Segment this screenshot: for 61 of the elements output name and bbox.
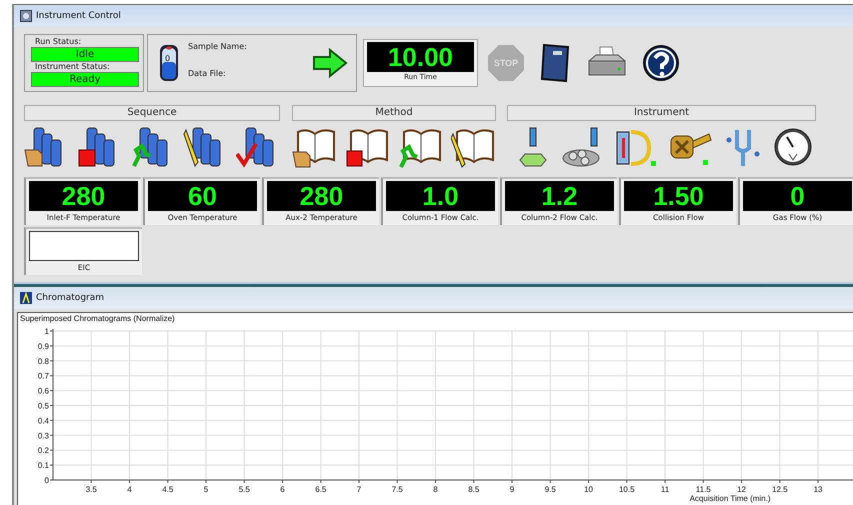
open-sequence-icon[interactable]: [24, 126, 64, 168]
instrument-status-value: Ready: [31, 72, 139, 87]
vial-icon: 0: [158, 44, 180, 82]
x-tick-label: 6.5: [315, 485, 326, 494]
window-title: Instrument Control: [36, 11, 121, 21]
run-sequence-icon[interactable]: [130, 126, 170, 168]
x-tick-label: 10: [584, 485, 593, 494]
chart-title: Superimposed Chromatograms (Normalize): [20, 314, 175, 323]
x-tick-label: 6: [280, 485, 285, 494]
x-tick-label: 7: [356, 485, 362, 494]
x-tick-label: 12: [737, 485, 746, 494]
readout-value: 280: [29, 181, 138, 211]
x-tick-label: 8: [433, 485, 438, 494]
y-tick-label: 0.9: [38, 342, 49, 351]
x-tick-label: 11: [660, 485, 670, 494]
x-tick-label: 3.5: [86, 485, 97, 494]
sample-name-label: Sample Name:: [188, 42, 247, 51]
x-tick-label: 13: [814, 485, 822, 494]
start-arrow-icon[interactable]: [312, 48, 348, 78]
x-tick-label: 11.5: [696, 485, 711, 494]
x-tick-label: 5: [204, 485, 208, 494]
x-tick-label: 4: [127, 485, 132, 494]
readout-value: 1.0: [386, 181, 495, 211]
check-sequence-icon[interactable]: [236, 126, 276, 168]
y-tick-label: 0.3: [38, 431, 49, 440]
y-tick-label: 0.6: [38, 386, 49, 396]
section-header: Method: [292, 105, 496, 121]
y-tick-label: 0.8: [38, 356, 49, 366]
notebook-icon[interactable]: [538, 43, 572, 83]
readout-value: 0: [743, 181, 852, 211]
y-tick-label: 0.1: [38, 461, 49, 470]
y-tick-label: 1: [44, 327, 49, 336]
y-tick-label: 0: [44, 476, 49, 485]
section-header: Sequence: [24, 105, 280, 121]
run-status-label: Run Status:: [34, 37, 82, 47]
readout-value: 1.50: [624, 181, 733, 211]
save-sequence-icon[interactable]: [77, 126, 117, 168]
x-axis-title: Acquisition Time (min.): [690, 494, 771, 503]
data-file-label: Data File:: [188, 69, 227, 78]
x-tick-label: 10.5: [619, 485, 635, 494]
x-tick-label: 5.5: [238, 485, 250, 494]
help-icon[interactable]: [642, 44, 680, 82]
x-tick-label: 9.5: [544, 485, 556, 494]
y-tick-label: 0.5: [38, 402, 49, 410]
readout-value: 60: [148, 181, 257, 211]
y-tick-label: 0.2: [38, 446, 49, 456]
edit-sequence-icon[interactable]: [183, 126, 223, 168]
y-tick-label: 0.4: [38, 416, 49, 426]
x-tick-label: 9: [510, 485, 514, 494]
x-tick-label: 4.5: [162, 485, 174, 494]
readout-value: 1.2: [505, 181, 614, 211]
y-tick-label: 0.7: [38, 372, 49, 381]
section-header: Instrument: [507, 105, 816, 121]
instrument-status-label: Instrument Status:: [34, 62, 111, 72]
gauge-icon[interactable]: [773, 126, 813, 168]
readout-value: 280: [267, 181, 376, 211]
x-tick-label: 7.5: [392, 485, 403, 494]
x-tick-label: 8.5: [468, 485, 480, 494]
chromatogram-title: Chromatogram: [36, 293, 104, 303]
x-tick-label: 12.5: [772, 485, 788, 494]
run-status-value: Idle: [31, 47, 139, 62]
